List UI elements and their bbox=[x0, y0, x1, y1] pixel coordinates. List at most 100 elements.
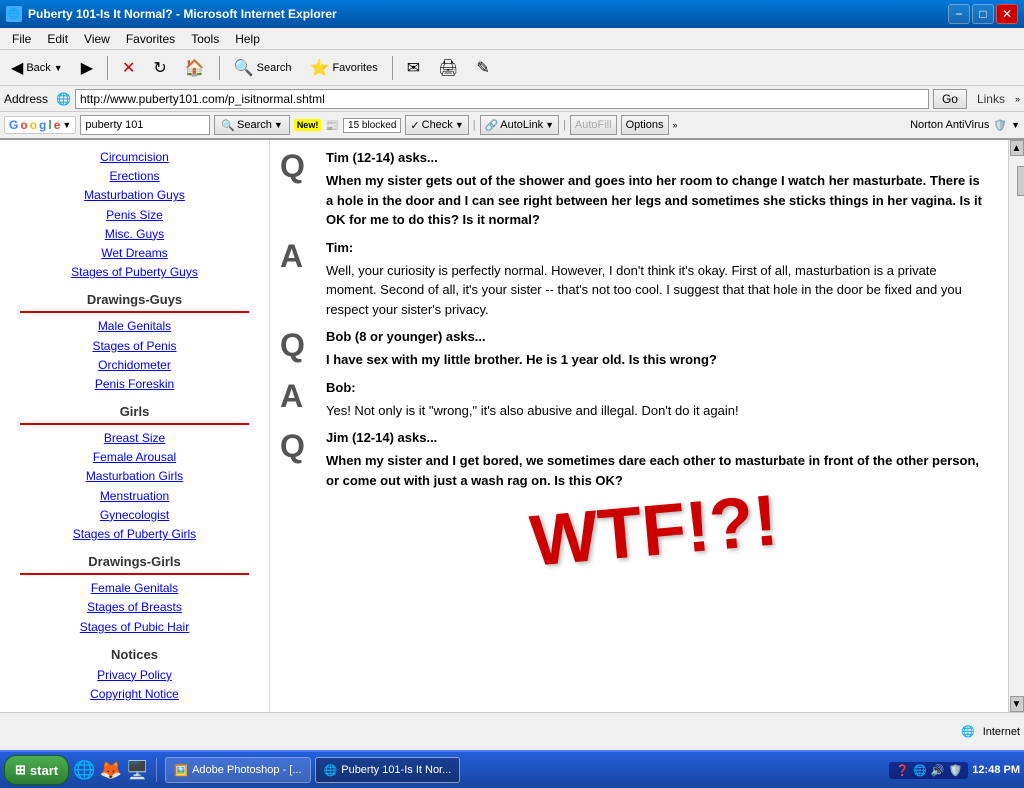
start-button[interactable]: ⊞ start bbox=[4, 755, 69, 785]
scroll-down-button[interactable]: ▼ bbox=[1010, 696, 1024, 712]
sidebar-link[interactable]: Gynecologist bbox=[0, 506, 269, 525]
question-content: Tim (12-14) asks...When my sister gets o… bbox=[326, 150, 988, 230]
stop-icon: ✕ bbox=[122, 58, 135, 78]
blocked-badge[interactable]: 15 blocked bbox=[343, 118, 401, 133]
sidebar-section-notices: Notices bbox=[0, 647, 269, 662]
taskbar-photoshop[interactable]: 🖼️ Adobe Photoshop - [... bbox=[165, 757, 310, 783]
menu-bar: File Edit View Favorites Tools Help bbox=[0, 28, 1024, 50]
sidebar-link[interactable]: Misc. Guys bbox=[0, 225, 269, 244]
qa-question-row: QJim (12-14) asks...When my sister and I… bbox=[280, 430, 988, 490]
window-title: Puberty 101-Is It Normal? - Microsoft In… bbox=[28, 7, 337, 21]
google-search-input[interactable] bbox=[80, 115, 210, 135]
autofill-button[interactable]: AutoFill bbox=[570, 115, 617, 135]
sidebar-link[interactable]: Stages of Pubic Hair bbox=[0, 618, 269, 637]
sidebar-link[interactable]: Stages of Puberty Guys bbox=[0, 263, 269, 282]
autolink-dropdown-icon[interactable]: ▼ bbox=[545, 120, 554, 130]
sidebar-link[interactable]: Stages of Penis bbox=[0, 337, 269, 356]
sidebar-link[interactable]: Wet Dreams bbox=[0, 244, 269, 263]
toolbar-separator-3 bbox=[392, 56, 393, 80]
menu-edit[interactable]: Edit bbox=[39, 30, 76, 48]
norton-dropdown-icon[interactable]: ▼ bbox=[1011, 120, 1020, 130]
go-button[interactable]: Go bbox=[933, 89, 967, 109]
close-button[interactable]: ✕ bbox=[996, 4, 1018, 24]
check-icon: ✓ bbox=[410, 119, 419, 132]
google-search-dropdown-icon[interactable]: ▼ bbox=[274, 120, 283, 130]
network-icon: 🌐 bbox=[913, 764, 927, 777]
a-letter: A bbox=[280, 240, 310, 272]
qa-question-row: QBob (8 or younger) asks...I have sex wi… bbox=[280, 329, 988, 370]
sidebar-link[interactable]: Female Genitals bbox=[0, 579, 269, 598]
sidebar-link[interactable]: Breast Size bbox=[0, 429, 269, 448]
sidebar-link[interactable]: Masturbation Guys bbox=[0, 186, 269, 205]
sidebar-link[interactable]: Copyright Notice bbox=[0, 685, 269, 704]
sidebar-links-group2: Male GenitalsStages of PenisOrchidometer… bbox=[0, 317, 269, 394]
sidebar-link[interactable]: Circumcision bbox=[0, 148, 269, 167]
status-bar: 🌐 Internet bbox=[0, 712, 1024, 750]
sidebar-link[interactable]: Erections bbox=[0, 167, 269, 186]
sidebar-section-drawings-girls: Drawings-Girls bbox=[0, 554, 269, 569]
taskbar-ie-window[interactable]: 🌐 Puberty 101-Is It Nor... bbox=[315, 757, 461, 783]
ie-icon: 🌐 bbox=[6, 6, 22, 22]
scroll-up-button[interactable]: ▲ bbox=[1010, 140, 1024, 156]
refresh-button[interactable]: ↻ bbox=[146, 54, 173, 82]
taskbar-right: ❓ 🌐 🔊 🛡️ 12:48 PM bbox=[889, 762, 1020, 779]
back-dropdown-icon[interactable]: ▼ bbox=[54, 63, 63, 73]
sidebar-link[interactable]: Masturbation Girls bbox=[0, 467, 269, 486]
print-button[interactable]: 🖨 bbox=[431, 54, 465, 82]
stop-button[interactable]: ✕ bbox=[115, 54, 142, 82]
sidebar-links-group1: CircumcisionErectionsMasturbation GuysPe… bbox=[0, 148, 269, 282]
sidebar-link[interactable]: Menstruation bbox=[0, 487, 269, 506]
back-button[interactable]: ◀ Back ▼ bbox=[4, 54, 70, 82]
sidebar-link[interactable]: Female Arousal bbox=[0, 448, 269, 467]
sidebar-link[interactable]: Stages of Puberty Girls bbox=[0, 525, 269, 544]
links-button[interactable]: Links bbox=[971, 90, 1011, 108]
address-bar: Address 🌐 Go Links » bbox=[0, 86, 1024, 112]
forward-button[interactable]: ▶ bbox=[74, 54, 100, 82]
scrollbar[interactable]: ▲ ▼ bbox=[1008, 140, 1024, 712]
menu-tools[interactable]: Tools bbox=[183, 30, 227, 48]
scroll-thumb[interactable] bbox=[1017, 166, 1024, 196]
question-asker: Jim (12-14) asks... bbox=[326, 430, 988, 445]
sidebar-divider-2 bbox=[20, 423, 249, 425]
mail-button[interactable]: ✉ bbox=[400, 54, 427, 82]
taskbar-ie-icon[interactable]: 🌐 bbox=[73, 760, 95, 781]
windows-icon: ⊞ bbox=[15, 762, 26, 778]
options-button[interactable]: Options bbox=[621, 115, 669, 135]
sidebar-link[interactable]: Stages of Breasts bbox=[0, 598, 269, 617]
address-input[interactable] bbox=[75, 89, 929, 109]
sidebar-link[interactable]: Orchidometer bbox=[0, 356, 269, 375]
menu-file[interactable]: File bbox=[4, 30, 39, 48]
google-toolbar: Google ▼ 🔍 Search ▼ New! 📰 15 blocked ✓ … bbox=[0, 112, 1024, 140]
google-logo[interactable]: Google ▼ bbox=[4, 116, 76, 134]
toolbar-icon-1: 📰 bbox=[325, 119, 339, 132]
menu-view[interactable]: View bbox=[76, 30, 118, 48]
sidebar-link[interactable]: Privacy Policy bbox=[0, 666, 269, 685]
autolink-button[interactable]: 🔗 AutoLink ▼ bbox=[480, 115, 559, 135]
menu-help[interactable]: Help bbox=[227, 30, 268, 48]
taskbar: ⊞ start 🌐 🦊 🖥️ 🖼️ Adobe Photoshop - [...… bbox=[0, 750, 1024, 788]
sidebar-link[interactable]: Penis Foreskin bbox=[0, 375, 269, 394]
google-dropdown-icon[interactable]: ▼ bbox=[62, 120, 71, 130]
q-letter: Q bbox=[280, 150, 310, 182]
check-button[interactable]: ✓ Check ▼ bbox=[405, 115, 468, 135]
edit-button[interactable]: ✎ bbox=[469, 54, 496, 82]
sidebar-link[interactable]: Male Genitals bbox=[0, 317, 269, 336]
antivirus-icon: 🛡️ bbox=[949, 764, 963, 777]
title-bar: 🌐 Puberty 101-Is It Normal? - Microsoft … bbox=[0, 0, 1024, 28]
taskbar-icon-3[interactable]: 🖥️ bbox=[126, 760, 148, 781]
norton-area: Norton AntiVirus 🛡️ ▼ bbox=[910, 119, 1020, 132]
minimize-button[interactable]: − bbox=[948, 4, 970, 24]
google-search-button[interactable]: 🔍 Search ▼ bbox=[214, 115, 289, 135]
taskbar-firefox-icon[interactable]: 🦊 bbox=[100, 760, 122, 781]
edit-icon: ✎ bbox=[476, 58, 489, 78]
ie-taskbar-icon: 🌐 bbox=[324, 764, 338, 777]
sidebar-link[interactable]: Penis Size bbox=[0, 206, 269, 225]
menu-favorites[interactable]: Favorites bbox=[118, 30, 183, 48]
check-dropdown-icon[interactable]: ▼ bbox=[455, 120, 464, 130]
question-body: When my sister and I get bored, we somet… bbox=[326, 451, 988, 490]
favorites-button[interactable]: ⭐ Favorites bbox=[303, 54, 385, 82]
question-content: Jim (12-14) asks... When my sister and I … bbox=[326, 430, 988, 490]
search-button[interactable]: 🔍 Search bbox=[227, 54, 299, 82]
maximize-button[interactable]: □ bbox=[972, 4, 994, 24]
home-button[interactable]: 🏠 bbox=[178, 54, 212, 82]
